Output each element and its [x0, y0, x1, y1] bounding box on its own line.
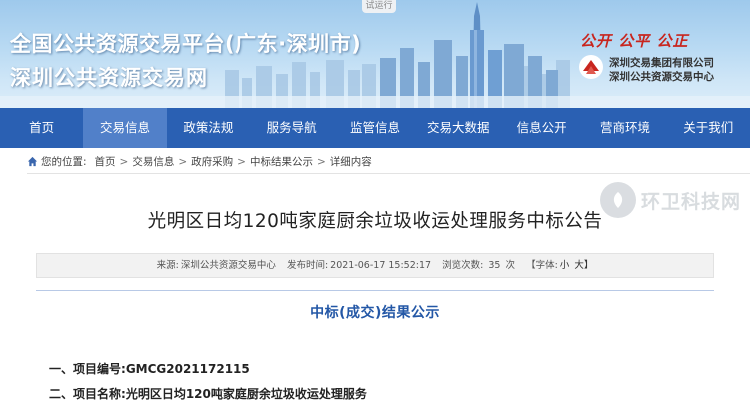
section-title: 中标(成交)结果公示 — [310, 305, 440, 321]
meta-published: 2021-06-17 15:52:17 — [330, 260, 432, 271]
nav-item-home[interactable]: 首页 — [0, 108, 83, 148]
breadcrumb-separator: > — [316, 155, 326, 168]
breadcrumb-award-results[interactable]: 中标结果公示 — [250, 150, 313, 174]
breadcrumb-separator: > — [178, 155, 188, 168]
font-size-large-button[interactable]: 大】 — [574, 260, 593, 271]
breadcrumb-separator: > — [237, 155, 246, 168]
nav-item-trade-info[interactable]: 交易信息 — [83, 108, 167, 148]
meta-views-label: 浏览次数: — [442, 260, 484, 271]
org-name-group: 深圳交易集团有限公司 — [609, 57, 714, 69]
article-title: 光明区日均120吨家庭厨余垃圾收运处理服务中标公告 — [147, 211, 603, 232]
nav-item-service-guide[interactable]: 服务导航 — [250, 108, 333, 148]
org-name-center: 深圳公共资源交易中心 — [609, 71, 714, 83]
meta-font-label: 【字体: — [526, 260, 558, 271]
project-number-value: GMCG2021172115 — [125, 362, 250, 376]
breadcrumb: 您的位置: 首页 > 交易信息 > 政府采购 > 中标结果公示 > 详细内容 — [27, 150, 750, 174]
project-number-line: 一、项目编号:GMCG2021172115 — [49, 360, 250, 377]
trial-run-badge: 试运行 — [362, 0, 396, 13]
nav-item-policies[interactable]: 政策法规 — [167, 108, 250, 148]
breadcrumb-home[interactable]: 首页 — [95, 150, 116, 174]
breadcrumb-trade-info[interactable]: 交易信息 — [132, 150, 174, 174]
nav-item-disclosure[interactable]: 信息公开 — [500, 108, 583, 148]
main-nav: 首页 交易信息 政策法规 服务导航 监管信息 交易大数据 信息公开 营商环境 关… — [0, 108, 750, 148]
project-name-line: 二、项目名称:光明区日均120吨家庭厨余垃圾收运处理服务 — [49, 385, 367, 402]
nav-item-big-data[interactable]: 交易大数据 — [417, 108, 500, 148]
breadcrumb-separator: > — [119, 155, 129, 168]
project-name-value: 光明区日均120吨家庭厨余垃圾收运处理服务 — [125, 387, 367, 401]
home-icon — [27, 156, 38, 167]
project-number-label: 一、项目编号: — [49, 362, 126, 376]
article-meta: 来源: 深圳公共资源交易中心 发布时间: 2021-06-17 15:52:17 浏… — [36, 253, 714, 278]
meta-views-unit: 次 — [505, 260, 515, 271]
project-name-label: 二、项目名称: — [49, 387, 126, 401]
slogan: 公开 公平 公正 — [580, 32, 689, 50]
content-divider — [36, 290, 714, 291]
breadcrumb-gov-procurement[interactable]: 政府采购 — [191, 150, 233, 174]
meta-source: 深圳公共资源交易中心 — [180, 260, 276, 271]
breadcrumb-prefix: 您的位置: — [41, 155, 87, 168]
shenzhen-exchange-logo-icon — [579, 55, 603, 79]
nav-item-supervision[interactable]: 监管信息 — [333, 108, 416, 148]
site-title: 深圳公共资源交易网 — [10, 66, 208, 90]
platform-title: 全国公共资源交易平台(广东·深圳市) — [10, 32, 362, 56]
meta-source-label: 来源: — [156, 260, 179, 271]
meta-views: 35 — [488, 260, 501, 271]
font-size-small-button[interactable]: 小 — [560, 260, 570, 271]
meta-published-label: 发布时间: — [286, 260, 329, 271]
nav-item-about-us[interactable]: 关于我们 — [667, 108, 750, 148]
nav-item-business-env[interactable]: 营商环境 — [583, 108, 666, 148]
breadcrumb-current: 详细内容 — [329, 155, 372, 168]
header-banner: 试运行 全国公共资源交易平台(广东·深圳市) 深圳公共资源交易网 公开 公平 公… — [0, 0, 750, 108]
